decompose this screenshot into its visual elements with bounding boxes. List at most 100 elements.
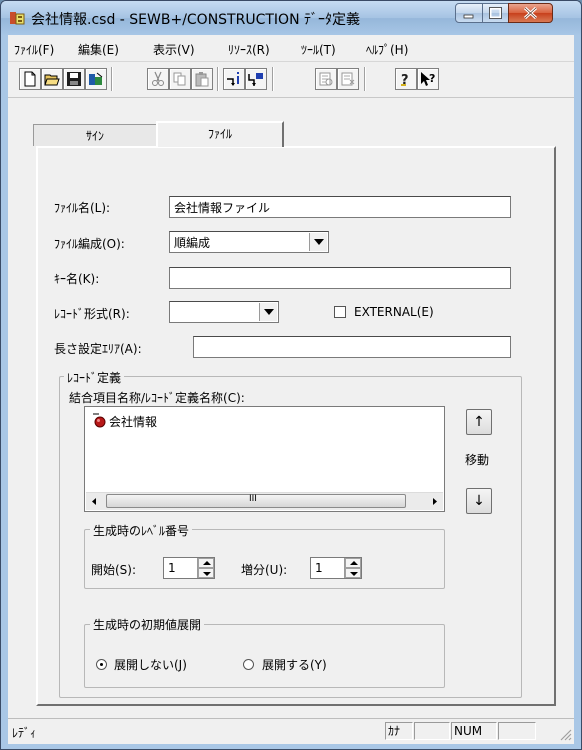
- level-start-label: 開始(S):: [91, 563, 137, 577]
- record-def-list-label: 結合項目名称/ﾚｺｰﾄﾞ定義名称(C):: [69, 391, 245, 405]
- file-org-label: ﾌｧｲﾙ編成(O):: [54, 237, 125, 251]
- menu-tools[interactable]: ﾂｰﾙ(T): [301, 41, 336, 58]
- client-area: ﾌｧｲﾙ(F) 編集(E) 表示(V) ﾘｿｰｽ(R) ﾂｰﾙ(T) ﾍﾙﾌﾟ(…: [8, 35, 574, 744]
- file-name-input[interactable]: 会社情報ファイル: [169, 196, 511, 218]
- new-file-button[interactable]: [19, 68, 41, 90]
- minimize-button[interactable]: [455, 3, 483, 23]
- radio-no-expand[interactable]: [96, 659, 107, 670]
- scroll-grip: III: [249, 494, 257, 504]
- toolbar-separator: [217, 67, 219, 91]
- property-panel: ｻｲﾝ ﾌｧｲﾙ ﾌｧｲﾙ名(L): 会社情報ファイル ﾌｧｲﾙ編成(O): 順…: [8, 98, 574, 718]
- spin-buttons: [197, 558, 214, 578]
- close-button[interactable]: [508, 3, 553, 23]
- context-help-icon: ?: [421, 72, 435, 86]
- spin-down-button[interactable]: [345, 568, 361, 578]
- status-kana: ｶﾅ: [385, 722, 413, 740]
- new-file-icon: [24, 71, 36, 87]
- spin-up-button[interactable]: [198, 558, 214, 568]
- level-step-value: 1: [315, 561, 323, 575]
- paste-icon: [195, 72, 209, 87]
- open-button[interactable]: [41, 68, 63, 90]
- external-checkbox[interactable]: [334, 306, 346, 318]
- tab-sign[interactable]: ｻｲﾝ: [33, 124, 157, 146]
- move-up-button[interactable]: ↑: [466, 409, 492, 435]
- context-help-button[interactable]: ?: [417, 68, 439, 90]
- menu-resource[interactable]: ﾘｿｰｽ(R): [228, 41, 270, 58]
- menu-view[interactable]: 表示(V): [153, 41, 195, 58]
- maximize-button[interactable]: [482, 3, 509, 23]
- cut-icon: [152, 71, 164, 86]
- scroll-right-button[interactable]: [426, 493, 443, 510]
- status-blank: [414, 722, 450, 740]
- key-name-label: ｷｰ名(K):: [54, 272, 100, 286]
- status-num: NUM: [451, 722, 497, 740]
- copy-button[interactable]: [169, 68, 191, 90]
- move-down-button[interactable]: ↓: [466, 488, 492, 514]
- spin-down-button[interactable]: [198, 568, 214, 578]
- chevron-down-icon[interactable]: [259, 303, 277, 321]
- menu-bar: ﾌｧｲﾙ(F) 編集(E) 表示(V) ﾘｿｰｽ(R) ﾂｰﾙ(T) ﾍﾙﾌﾟ(…: [8, 35, 574, 62]
- toolbar-separator: [364, 67, 366, 91]
- collapse-button[interactable]: [337, 68, 359, 90]
- status-text: ﾚﾃﾞｨ: [12, 726, 37, 740]
- radio-expand[interactable]: [243, 659, 254, 670]
- help-icon: ?: [401, 73, 409, 87]
- minimize-icon: [463, 14, 474, 19]
- record-format-label: ﾚｺｰﾄﾞ形式(R):: [54, 307, 130, 321]
- expand-icon: [319, 72, 333, 86]
- initial-group-title: 生成時の初期値展開: [90, 616, 205, 633]
- collapse-icon: [341, 72, 355, 86]
- properties-icon: [89, 72, 103, 85]
- copy-icon: [173, 72, 186, 86]
- radio-no-expand-label[interactable]: 展開しない(J): [114, 656, 187, 673]
- menu-file[interactable]: ﾌｧｲﾙ(F): [14, 41, 54, 58]
- scroll-thumb[interactable]: III: [106, 494, 406, 508]
- resize-grip-icon[interactable]: [558, 727, 572, 741]
- length-area-label: 長さ設定ｴﾘｱ(A):: [54, 342, 142, 356]
- chevron-down-icon[interactable]: [309, 233, 327, 251]
- open-folder-icon: [44, 74, 60, 86]
- level-group-title: 生成時のﾚﾍﾞﾙ番号: [90, 522, 193, 539]
- spin-buttons: [344, 558, 361, 578]
- record-node-icon: [93, 413, 106, 428]
- close-icon: [523, 6, 538, 20]
- status-bar: ﾚﾃﾞｨ ｶﾅ NUM: [8, 718, 574, 744]
- save-button[interactable]: [63, 68, 85, 90]
- level-start-value: 1: [168, 561, 176, 575]
- tab-file[interactable]: ﾌｧｲﾙ: [156, 121, 284, 147]
- properties-button[interactable]: [85, 68, 107, 90]
- toolbar-separator: [272, 67, 274, 91]
- horizontal-scrollbar[interactable]: III: [86, 492, 443, 510]
- title-bar[interactable]: 会社情報.csd - SEWB+/CONSTRUCTION ﾃﾞｰﾀ定義: [1, 1, 581, 35]
- record-def-list[interactable]: 会社情報 III: [84, 406, 445, 512]
- chevron-left-icon: [92, 498, 96, 505]
- radio-expand-label[interactable]: 展開する(Y): [262, 656, 327, 673]
- insert-item-button[interactable]: [223, 68, 245, 90]
- app-icon: [10, 12, 25, 25]
- level-step-label: 増分(U):: [241, 563, 288, 577]
- svg-text:?: ?: [429, 72, 435, 85]
- insert-item-icon: [227, 72, 239, 86]
- toolbar: ? ?: [8, 62, 574, 98]
- window-title: 会社情報.csd - SEWB+/CONSTRUCTION ﾃﾞｰﾀ定義: [31, 12, 360, 28]
- list-item-label: 会社情報: [109, 415, 158, 429]
- record-format-select[interactable]: [169, 301, 279, 323]
- expand-button[interactable]: [315, 68, 337, 90]
- help-button[interactable]: ?: [395, 68, 417, 90]
- save-icon: [67, 72, 81, 86]
- spin-up-button[interactable]: [345, 558, 361, 568]
- scroll-left-button[interactable]: [86, 493, 103, 510]
- paste-button[interactable]: [191, 68, 213, 90]
- menu-edit[interactable]: 編集(E): [78, 41, 119, 58]
- external-label[interactable]: EXTERNAL(E): [354, 305, 434, 319]
- file-org-select[interactable]: 順編成: [169, 231, 329, 253]
- length-area-input[interactable]: [193, 336, 511, 358]
- level-step-spinner[interactable]: 1: [310, 557, 362, 579]
- cut-button[interactable]: [147, 68, 169, 90]
- key-name-input[interactable]: [169, 267, 511, 289]
- delete-item-button[interactable]: [245, 68, 267, 90]
- level-start-spinner[interactable]: 1: [163, 557, 215, 579]
- delete-item-icon: [248, 73, 263, 86]
- toolbar-separator: [111, 67, 113, 91]
- menu-help[interactable]: ﾍﾙﾌﾟ(H): [366, 41, 408, 58]
